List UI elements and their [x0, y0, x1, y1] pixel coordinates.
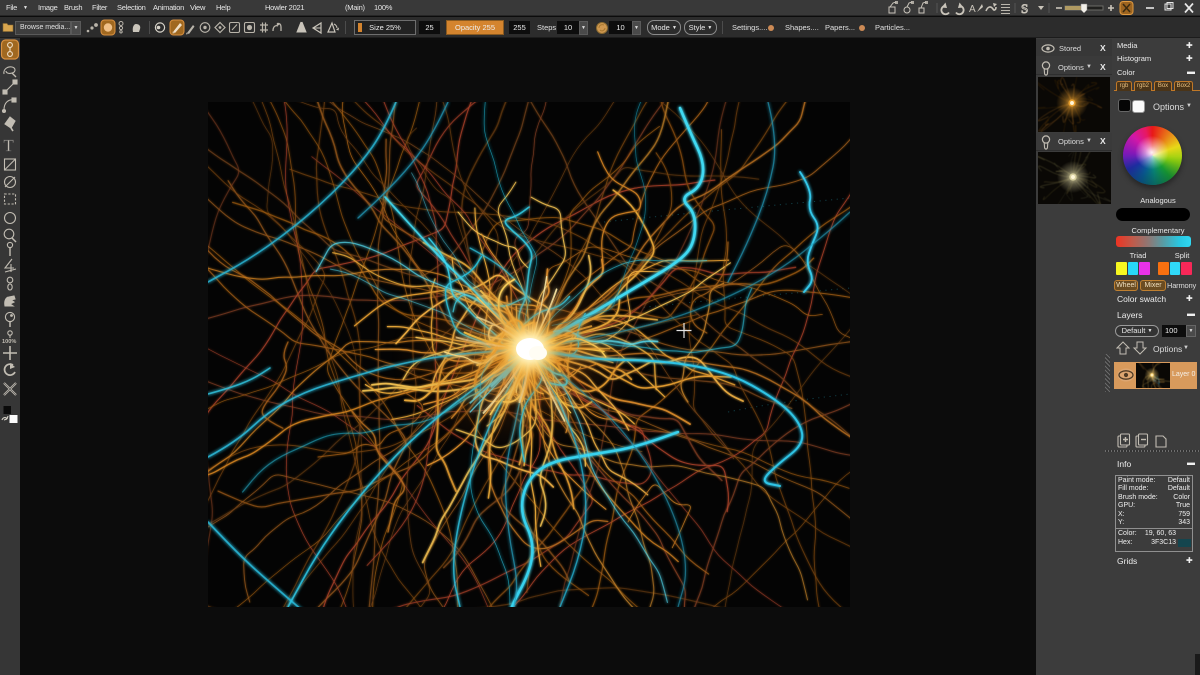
svg-text:100%: 100% [2, 339, 16, 345]
svg-text:A: A [969, 4, 976, 15]
svg-text:T: T [3, 136, 14, 155]
svg-text:S: S [1021, 1, 1028, 16]
